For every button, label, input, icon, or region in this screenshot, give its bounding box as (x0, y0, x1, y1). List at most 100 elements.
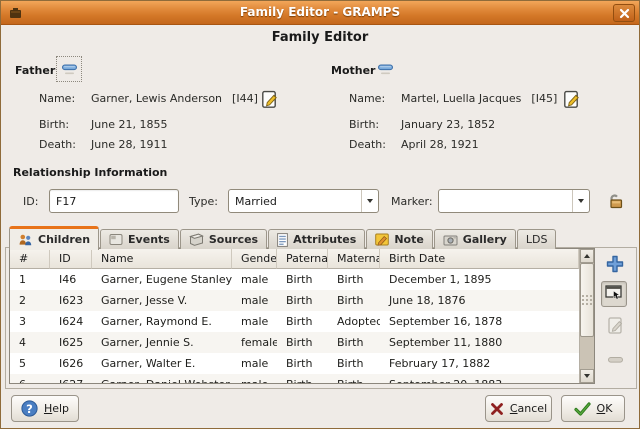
table-cell: I625 (50, 332, 92, 353)
type-combobox[interactable]: Married (228, 189, 379, 213)
help-button-label: Help (44, 402, 69, 415)
scroll-down-button[interactable] (580, 369, 594, 383)
up-arrow-icon (584, 254, 590, 258)
close-icon (619, 8, 630, 19)
tab-label: Events (128, 233, 170, 246)
table-cell: I626 (50, 353, 92, 374)
children-icon (18, 233, 33, 247)
death-label: Death: (39, 138, 91, 151)
father-birth-row: Birth: June 21, 1855 (39, 118, 167, 131)
tab-sources[interactable]: Sources (180, 229, 267, 249)
table-cell: 4 (10, 332, 50, 353)
column-header[interactable]: Maternal (328, 249, 380, 269)
column-header[interactable]: # (10, 249, 50, 269)
cancel-x-icon (490, 402, 504, 416)
remove-child-button (602, 347, 628, 373)
help-button[interactable]: ? Help (11, 395, 79, 422)
mother-death-date: April 28, 1921 (401, 138, 479, 151)
table-row[interactable]: 1I46Garner, Eugene StanleymaleBirthBirth… (10, 269, 579, 290)
column-header[interactable]: Name (92, 249, 232, 269)
tab-label: Gallery (463, 233, 507, 246)
svg-text:?: ? (26, 402, 33, 416)
padlock-open-icon (607, 192, 625, 209)
cancel-button-label: Cancel (510, 402, 547, 415)
tab-gallery[interactable]: Gallery (434, 229, 516, 249)
edit-mother-button[interactable] (560, 88, 582, 110)
scrollbar-thumb[interactable] (580, 263, 594, 337)
privacy-button[interactable] (605, 189, 627, 211)
column-header[interactable]: Gender (232, 249, 277, 269)
table-cell: Birth (328, 332, 380, 353)
type-value: Married (229, 195, 361, 208)
sources-icon (189, 233, 204, 246)
window-title: Family Editor - GRAMPS (1, 5, 639, 19)
death-label: Death: (349, 138, 401, 151)
marker-combobox[interactable] (438, 189, 590, 213)
add-child-button[interactable] (602, 251, 628, 277)
help-icon: ? (21, 400, 38, 417)
table-cell: male (232, 374, 277, 383)
dropdown-button[interactable] (572, 190, 589, 212)
name-label: Name: (349, 92, 401, 105)
father-birth-date: June 21, 1855 (91, 118, 167, 131)
table-cell: 2 (10, 290, 50, 311)
table-row[interactable]: 3I624Garner, Raymond E.maleBirthAdoptedS… (10, 311, 579, 332)
column-header[interactable]: Birth Date (380, 249, 579, 269)
remove-person-icon (61, 63, 78, 76)
id-input[interactable] (49, 189, 179, 213)
mother-gramps-id: [I45] (531, 92, 557, 105)
mother-name: Martel, Luella Jacques (401, 92, 521, 105)
share-child-button[interactable] (601, 281, 627, 307)
ok-button[interactable]: OK (561, 395, 625, 422)
table-cell: male (232, 290, 277, 311)
dialog-title: Family Editor (1, 30, 639, 45)
note-icon (375, 233, 389, 246)
tab-note[interactable]: Note (366, 229, 432, 249)
attributes-icon (277, 233, 288, 247)
table-cell: I46 (50, 269, 92, 290)
table-cell: female (232, 332, 277, 353)
scroll-up-button[interactable] (580, 249, 594, 263)
table-row[interactable]: 6I627Garner, Daniel WebstermaleBirthBirt… (10, 374, 579, 383)
table-cell: Garner, Daniel Webster (92, 374, 232, 383)
pencil-icon (606, 316, 625, 335)
table-cell: I627 (50, 374, 92, 383)
remove-father-button[interactable] (57, 57, 81, 81)
mother-birth-date: January 23, 1852 (401, 118, 495, 131)
table-cell: Birth (328, 290, 380, 311)
tab-label: Note (394, 233, 423, 246)
table-cell: Garner, Walter E. (92, 353, 232, 374)
marker-label: Marker: (391, 195, 433, 208)
cancel-button[interactable]: Cancel (485, 395, 552, 422)
father-gramps-id: [I44] (232, 92, 258, 105)
close-button[interactable] (613, 4, 635, 22)
tab-attributes[interactable]: Attributes (268, 229, 365, 249)
table-cell: Birth (328, 353, 380, 374)
tab-lds[interactable]: LDS (517, 229, 557, 249)
table-cell: Birth (328, 269, 380, 290)
edit-note-icon (260, 90, 279, 109)
table-scrollbar[interactable] (579, 249, 594, 383)
father-section-label: Father (15, 64, 55, 77)
remove-person-icon (377, 63, 394, 76)
birth-label: Birth: (39, 118, 91, 131)
column-header[interactable]: Paternal (277, 249, 328, 269)
tab-children[interactable]: Children (9, 226, 99, 250)
birth-label: Birth: (349, 118, 401, 131)
table-cell: Birth (277, 353, 328, 374)
table-cell: February 17, 1882 (380, 353, 579, 374)
table-cell: Garner, Raymond E. (92, 311, 232, 332)
table-row[interactable]: 5I626Garner, Walter E.maleBirthBirthFebr… (10, 353, 579, 374)
chevron-down-icon (578, 199, 584, 203)
table-row[interactable]: 4I625Garner, Jennie S.femaleBirthBirthSe… (10, 332, 579, 353)
events-icon (109, 233, 123, 246)
edit-father-button[interactable] (258, 88, 280, 110)
table-cell: male (232, 353, 277, 374)
table-cell: 6 (10, 374, 50, 383)
table-row[interactable]: 2I623Garner, Jesse V.maleBirthBirthJune … (10, 290, 579, 311)
dropdown-button[interactable] (361, 190, 378, 212)
tab-events[interactable]: Events (100, 229, 179, 249)
grip-dots-icon (586, 299, 588, 301)
column-header[interactable]: ID (50, 249, 92, 269)
remove-mother-button[interactable] (373, 57, 397, 81)
